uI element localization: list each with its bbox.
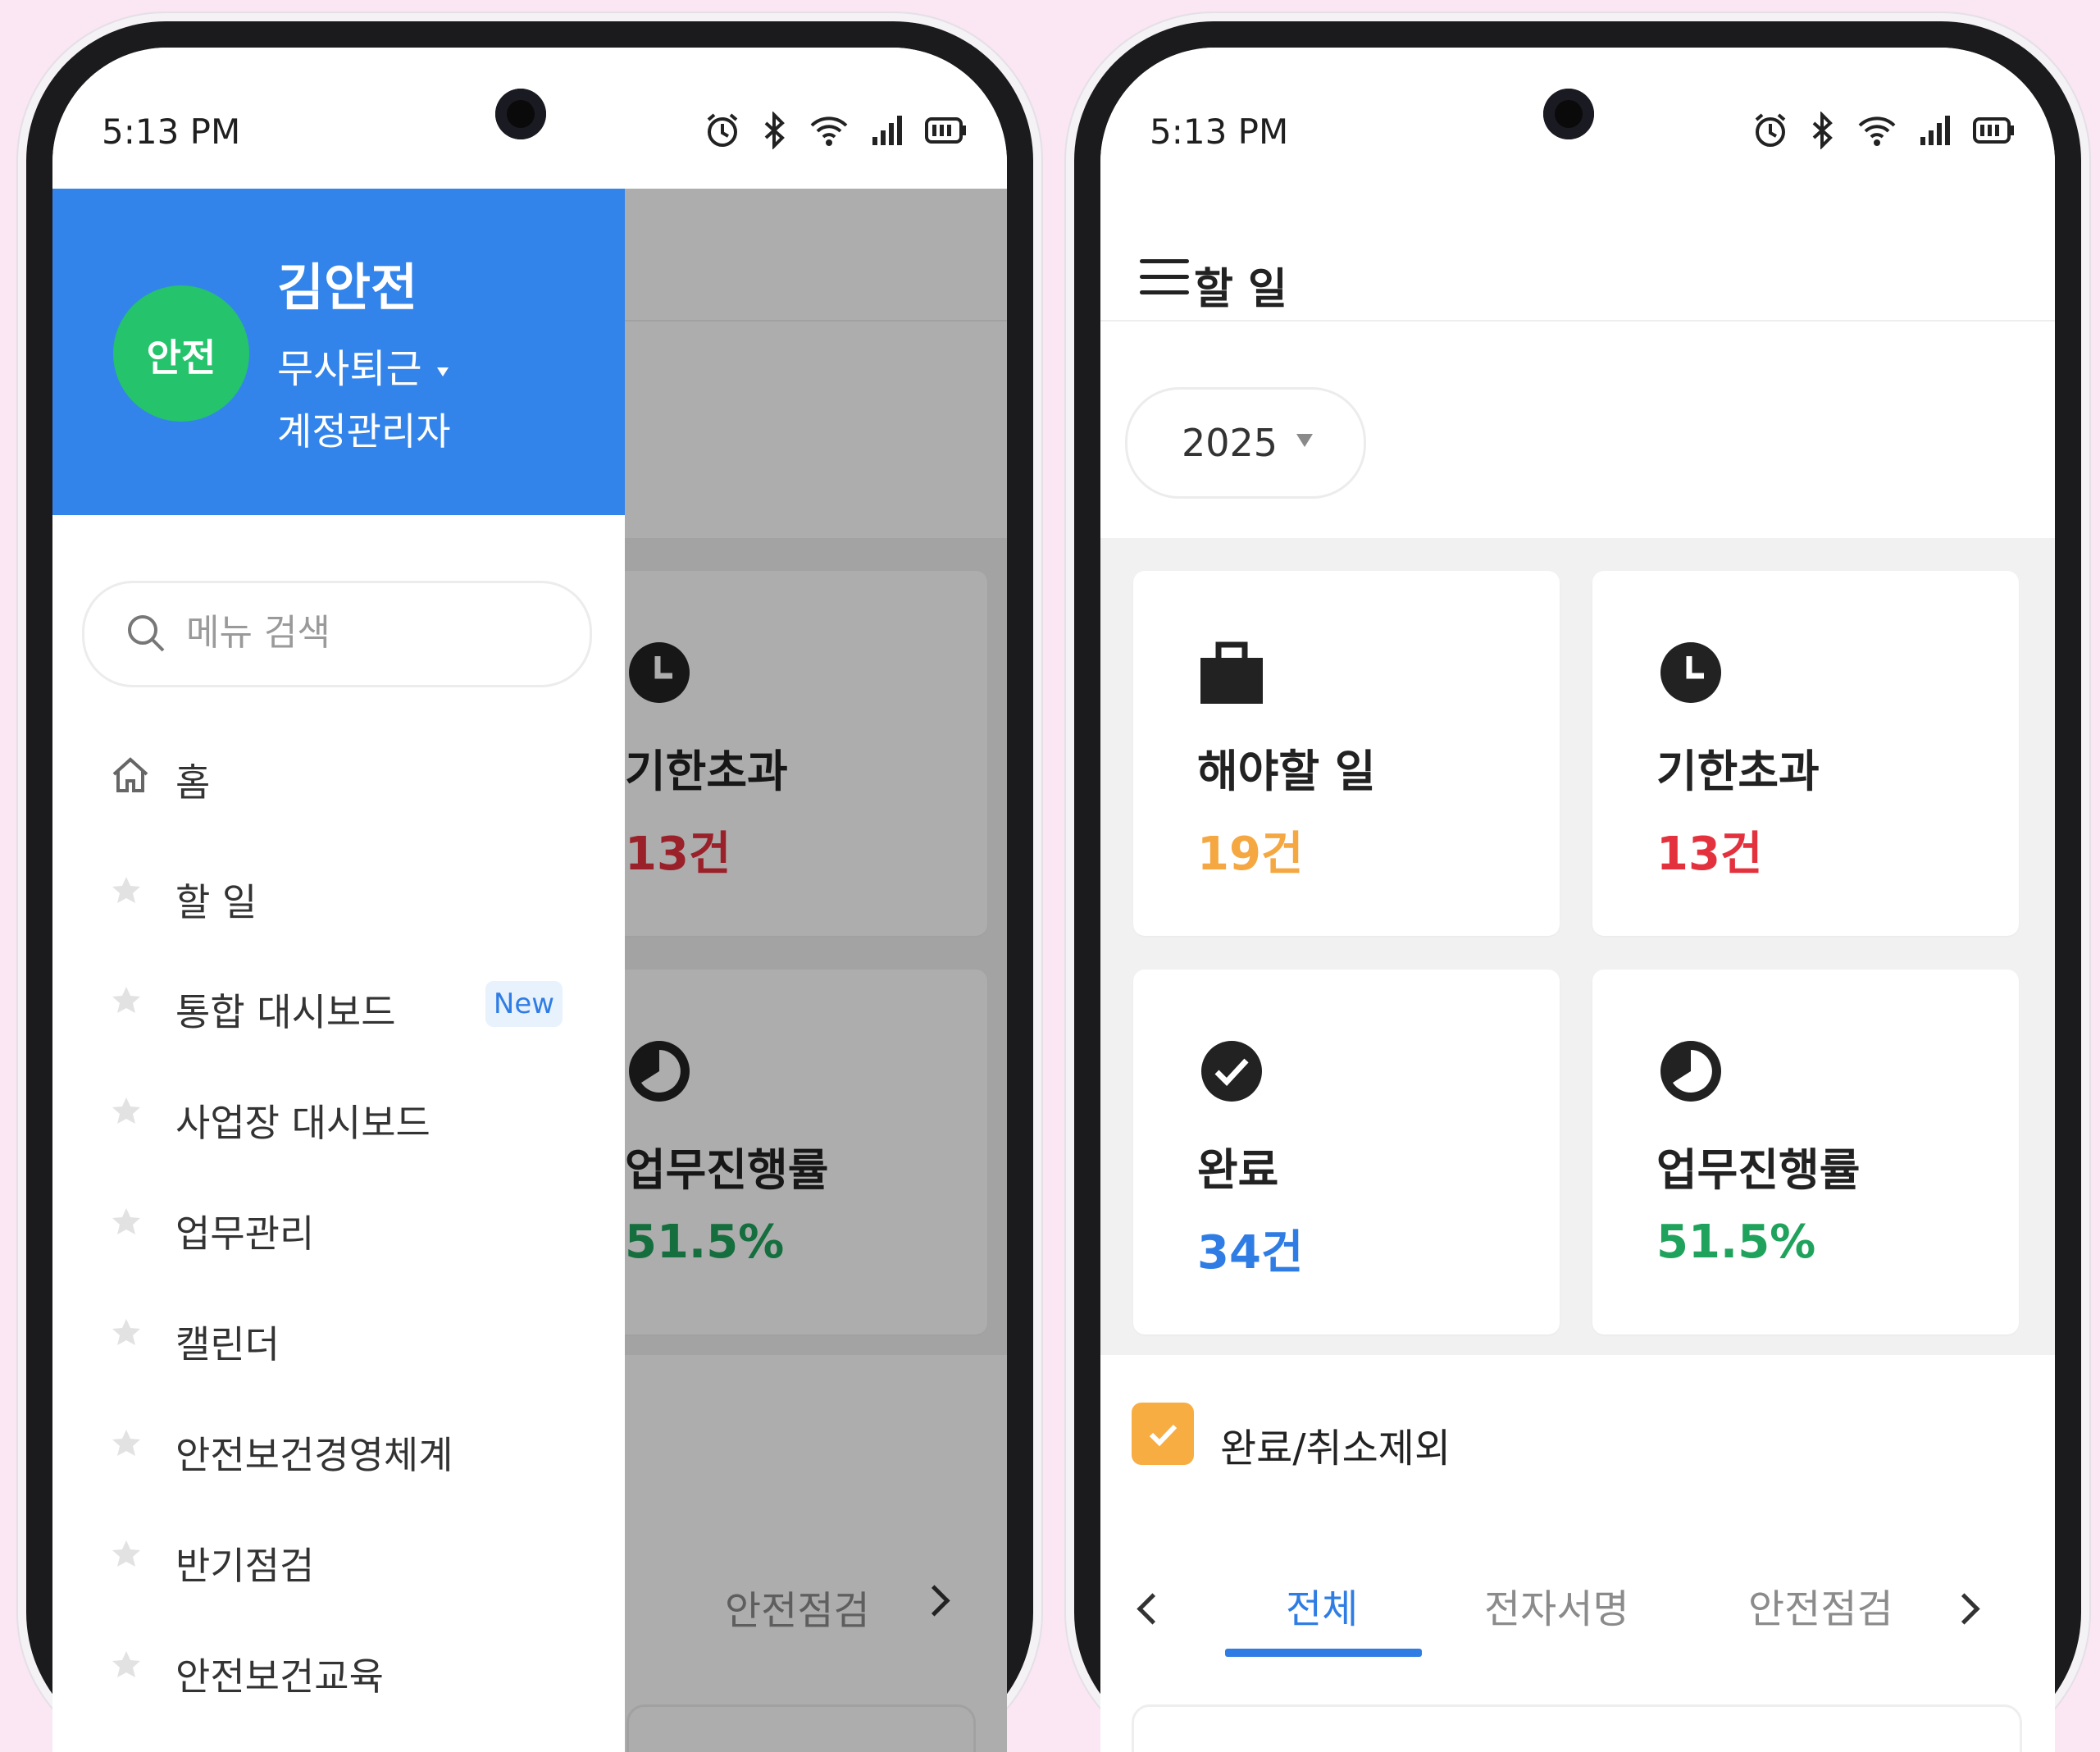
card-value: 51.5% bbox=[1656, 1216, 1816, 1269]
star-icon[interactable] bbox=[110, 984, 148, 1022]
card-value: 34건 bbox=[1197, 1226, 1304, 1280]
wifi-icon bbox=[809, 114, 850, 150]
star-icon[interactable] bbox=[110, 1649, 148, 1686]
screen: 5:13 PM bbox=[1100, 48, 2055, 1752]
caret-down-icon bbox=[1296, 434, 1313, 447]
card-title: 완료 bbox=[1197, 1144, 1279, 1196]
page-title: 할 일 bbox=[1194, 265, 1287, 314]
exclude-completed-checkbox[interactable] bbox=[1132, 1403, 1194, 1465]
chevron-left-icon[interactable] bbox=[1137, 1593, 1168, 1625]
status-bar: 5:13 PM bbox=[1100, 48, 2055, 189]
user-status-label: 무사퇴근 bbox=[277, 346, 422, 392]
new-badge: New bbox=[485, 981, 563, 1027]
screen: 5:13 PM bbox=[52, 48, 1007, 1752]
menu-item-safety-management-system[interactable]: 안전보건경영체계 bbox=[52, 1403, 625, 1493]
progress-card[interactable]: 업무진행률 51.5% bbox=[1592, 970, 2019, 1335]
menu-item-label: 사업장 대시보드 bbox=[175, 1101, 430, 1145]
home-icon bbox=[110, 755, 148, 792]
menu-item-label: 캘린더 bbox=[175, 1322, 280, 1366]
status-bar: 5:13 PM bbox=[52, 48, 1007, 189]
overdue-card[interactable]: 기한초과 13건 bbox=[1592, 571, 2019, 936]
star-icon[interactable] bbox=[110, 1427, 148, 1465]
camera-cutout bbox=[1543, 89, 1594, 139]
menu-item-label: 안전보건교육 bbox=[175, 1654, 384, 1699]
phone-frame-drawer: 5:13 PM 기한초과 13건 업무진행률 51.5% 안전점검 안전 김안전… bbox=[26, 21, 1033, 1752]
menu-item-label: 반기점검 bbox=[175, 1544, 315, 1588]
menu-item-label: 통합 대시보드 bbox=[175, 990, 396, 1034]
card-title: 해야할 일 bbox=[1197, 746, 1376, 797]
menu-item-label: 홈 bbox=[175, 760, 211, 805]
menu-item-task-management[interactable]: 업무관리 bbox=[52, 1181, 625, 1271]
star-icon[interactable] bbox=[110, 1316, 148, 1354]
card-value: 19건 bbox=[1197, 828, 1304, 881]
menu-icon[interactable] bbox=[1140, 259, 1189, 295]
alarm-icon bbox=[704, 112, 741, 153]
avatar[interactable]: 안전 bbox=[113, 285, 249, 422]
card-title: 업무진행률 bbox=[1656, 1144, 1861, 1196]
menu-item-home[interactable]: 홈 bbox=[52, 730, 625, 820]
app-bar: 할 일 bbox=[1100, 189, 2055, 322]
status-time: 5:13 PM bbox=[1150, 112, 1289, 152]
navigation-drawer: 안전 김안전 무사퇴근 계정관리자 홈 할 일 bbox=[52, 189, 625, 1752]
menu-item-label: 안전보건경영체계 bbox=[175, 1433, 453, 1477]
menu-item-label: 할 일 bbox=[175, 880, 257, 924]
menu-item-semiannual-inspection[interactable]: 반기점검 bbox=[52, 1513, 625, 1604]
alarm-icon bbox=[1752, 112, 1789, 153]
signal-icon bbox=[871, 114, 904, 150]
year-value: 2025 bbox=[1182, 421, 1278, 465]
bluetooth-icon bbox=[1811, 111, 1835, 153]
check-circle-icon bbox=[1199, 1038, 1264, 1104]
menu-item-site-dashboard[interactable]: 사업장 대시보드 bbox=[52, 1070, 625, 1161]
bluetooth-icon bbox=[763, 111, 787, 153]
year-select[interactable]: 2025 bbox=[1125, 387, 1366, 499]
task-list-card[interactable] bbox=[1132, 1704, 2022, 1752]
user-name: 김안전 bbox=[277, 258, 418, 317]
card-value: 13건 bbox=[1656, 828, 1763, 881]
active-tab-indicator bbox=[1225, 1649, 1422, 1657]
avatar-text: 안전 bbox=[146, 335, 216, 380]
menu-search-input[interactable] bbox=[184, 611, 549, 655]
menu-search-box[interactable] bbox=[82, 581, 592, 687]
todo-card[interactable]: 해야할 일 19건 bbox=[1133, 571, 1560, 936]
menu-item-todo[interactable]: 할 일 bbox=[52, 850, 625, 940]
exclude-completed-label[interactable]: 완료/취소제외 bbox=[1220, 1416, 1451, 1473]
star-icon[interactable] bbox=[110, 1095, 148, 1133]
check-icon bbox=[1149, 1424, 1178, 1447]
pie-progress-icon bbox=[1658, 1038, 1724, 1104]
completed-card[interactable]: 완료 34건 bbox=[1133, 970, 1560, 1335]
tab-e-signature[interactable]: 전자서명 bbox=[1484, 1576, 1629, 1634]
tab-all[interactable]: 전체 bbox=[1286, 1576, 1358, 1634]
card-title: 기한초과 bbox=[1656, 746, 1820, 797]
menu-item-safety-education[interactable]: 안전보건교육 bbox=[52, 1624, 625, 1714]
wifi-icon bbox=[1856, 114, 1897, 150]
search-icon bbox=[125, 613, 166, 657]
camera-cutout bbox=[495, 89, 546, 139]
star-icon[interactable] bbox=[110, 874, 148, 912]
signal-icon bbox=[1919, 114, 1952, 150]
clock-icon bbox=[1658, 640, 1724, 705]
user-role: 계정관리자 bbox=[277, 409, 451, 454]
menu-item-calendar[interactable]: 캘린더 bbox=[52, 1292, 625, 1382]
star-icon[interactable] bbox=[110, 1206, 148, 1243]
battery-icon bbox=[925, 116, 968, 148]
chevron-right-icon[interactable] bbox=[1948, 1593, 1980, 1625]
user-status-dropdown[interactable]: 무사퇴근 bbox=[277, 336, 449, 394]
briefcase-icon bbox=[1199, 640, 1264, 705]
drawer-header: 안전 김안전 무사퇴근 계정관리자 bbox=[52, 189, 625, 515]
tab-safety-check[interactable]: 안전점검 bbox=[1748, 1576, 1893, 1634]
menu-item-label: 업무관리 bbox=[175, 1211, 315, 1256]
status-time: 5:13 PM bbox=[102, 112, 241, 152]
battery-icon bbox=[1973, 116, 2016, 148]
category-tabs: 전체 전자서명 안전점검 bbox=[1100, 1540, 2055, 1672]
menu-item-integrated-dashboard[interactable]: 통합 대시보드 New bbox=[52, 960, 625, 1050]
phone-frame-todo: 5:13 PM 할 일 2025 해야할 일 19건 기한초과 13건 완료 3… bbox=[1074, 21, 2081, 1752]
star-icon[interactable] bbox=[110, 1538, 148, 1576]
caret-down-icon bbox=[436, 367, 449, 376]
